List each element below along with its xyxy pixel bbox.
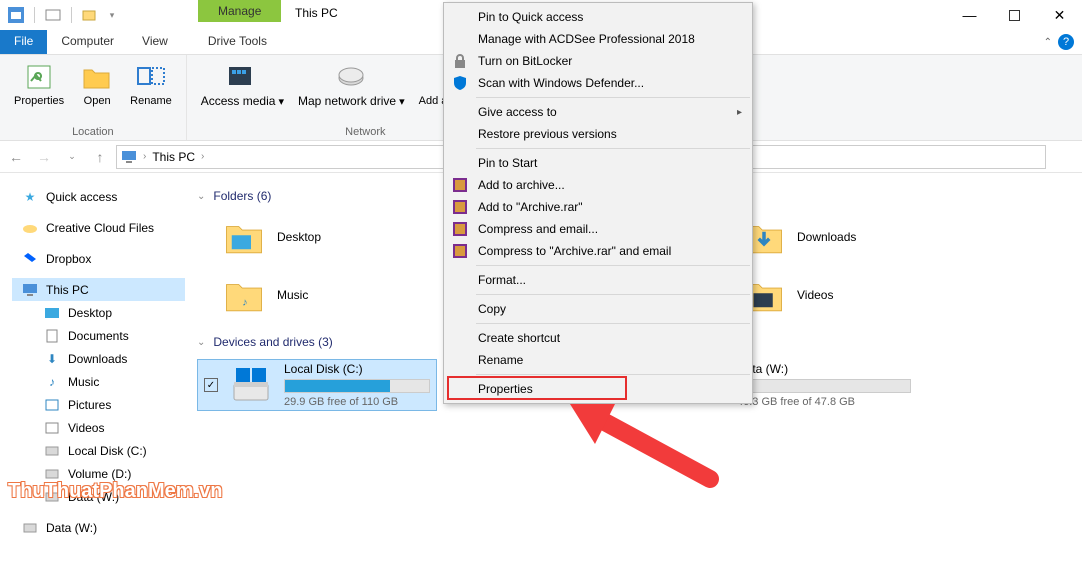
app-icon	[8, 7, 24, 23]
submenu-arrow-icon: ▸	[737, 107, 742, 118]
drive-usage-bar	[737, 379, 911, 393]
videos-icon	[44, 420, 60, 436]
cm-acdsee[interactable]: Manage with ACDSee Professional 2018	[444, 28, 752, 50]
chevron-down-icon: ⌄	[197, 337, 205, 348]
help-icon[interactable]: ?	[1058, 34, 1074, 50]
downloads-icon: ⬇	[44, 351, 60, 367]
folder-music[interactable]: ♪ Music	[223, 271, 423, 319]
rename-icon	[135, 61, 167, 93]
winrar-icon	[452, 221, 468, 237]
shield-icon	[452, 75, 468, 91]
sidebar-this-pc[interactable]: This PC	[12, 278, 185, 301]
ribbon-collapse-icon[interactable]: ⌃	[1044, 37, 1052, 48]
sidebar-quick-access[interactable]: ★ Quick access	[12, 185, 185, 208]
cm-pin-quick-access[interactable]: Pin to Quick access	[444, 6, 752, 28]
folder-icon: ♪	[223, 274, 265, 316]
sidebar-pictures[interactable]: Pictures	[12, 393, 185, 416]
drive-tools-tab[interactable]: Drive Tools	[194, 30, 281, 54]
breadcrumb-sep-icon[interactable]: ›	[143, 151, 146, 162]
folder-videos[interactable]: Videos	[743, 271, 943, 319]
properties-button[interactable]: Properties	[8, 59, 70, 126]
drive-local-disk-c[interactable]: ✓ Local Disk (C:) 29.9 GB free of 110 GB	[197, 359, 437, 411]
folder-downloads[interactable]: Downloads	[743, 213, 943, 261]
cm-rename[interactable]: Rename	[444, 349, 752, 371]
ribbon-group-network: Network	[345, 126, 385, 138]
documents-icon	[44, 328, 60, 344]
drive-icon	[230, 364, 272, 406]
back-button[interactable]: ←	[4, 145, 28, 169]
up-button[interactable]: ↑	[88, 145, 112, 169]
drive-icon	[22, 520, 38, 536]
cm-copy[interactable]: Copy	[444, 298, 752, 320]
computer-tab[interactable]: Computer	[47, 30, 128, 54]
sidebar-documents[interactable]: Documents	[12, 324, 185, 347]
drive-usage-bar	[284, 379, 430, 393]
sidebar-music[interactable]: ♪Music	[12, 370, 185, 393]
watermark: ThuThuatPhanMem.vn	[8, 480, 222, 503]
drive-icon	[44, 443, 60, 459]
cm-format[interactable]: Format...	[444, 269, 752, 291]
maximize-button[interactable]	[992, 0, 1037, 30]
cm-compress-email[interactable]: Compress and email...	[444, 218, 752, 240]
view-tab[interactable]: View	[128, 30, 182, 54]
qat-new-folder-icon[interactable]	[82, 7, 98, 23]
folder-desktop[interactable]: Desktop	[223, 213, 423, 261]
minimize-button[interactable]: —	[947, 0, 992, 30]
cm-properties[interactable]: Properties	[444, 378, 752, 400]
cm-create-shortcut[interactable]: Create shortcut	[444, 327, 752, 349]
forward-button[interactable]: →	[32, 145, 56, 169]
cm-compress-rar-email[interactable]: Compress to "Archive.rar" and email	[444, 240, 752, 262]
star-icon: ★	[22, 189, 38, 205]
sidebar-downloads[interactable]: ⬇Downloads	[12, 347, 185, 370]
sidebar-desktop[interactable]: Desktop	[12, 301, 185, 324]
properties-icon	[23, 61, 55, 93]
contextual-tab-manage[interactable]: Manage	[198, 0, 281, 30]
file-tab[interactable]: File	[0, 30, 47, 54]
sidebar-videos[interactable]: Videos	[12, 416, 185, 439]
cm-pin-start[interactable]: Pin to Start	[444, 152, 752, 174]
close-button[interactable]: ✕	[1037, 0, 1082, 30]
rename-button[interactable]: Rename	[124, 59, 178, 126]
access-media-button[interactable]: Access media ▾	[195, 59, 290, 126]
cm-add-archive[interactable]: Add to archive...	[444, 174, 752, 196]
sidebar-local-disk-c[interactable]: Local Disk (C:)	[12, 439, 185, 462]
ribbon-group-location: Location	[72, 126, 114, 138]
pictures-icon	[44, 397, 60, 413]
cm-defender[interactable]: Scan with Windows Defender...	[444, 72, 752, 94]
dropbox-icon	[22, 251, 38, 267]
cm-add-archive-rar[interactable]: Add to "Archive.rar"	[444, 196, 752, 218]
recent-dropdown[interactable]: ⌄	[60, 145, 84, 169]
cm-give-access[interactable]: Give access to▸	[444, 101, 752, 123]
desktop-icon	[44, 305, 60, 321]
open-button[interactable]: Open	[72, 59, 122, 126]
breadcrumb-this-pc[interactable]: This PC	[152, 150, 195, 164]
map-drive-icon	[335, 61, 367, 93]
winrar-icon	[452, 243, 468, 259]
svg-text:♪: ♪	[242, 297, 247, 309]
pc-icon	[22, 282, 38, 298]
qat-properties-icon[interactable]	[45, 7, 61, 23]
qat-dropdown-icon[interactable]: ▾	[104, 7, 120, 23]
media-icon	[226, 61, 258, 93]
cm-bitlocker[interactable]: Turn on BitLocker	[444, 50, 752, 72]
sidebar-data-w-net[interactable]: Data (W:)	[12, 516, 185, 539]
breadcrumb-sep-icon[interactable]: ›	[201, 151, 204, 162]
music-icon: ♪	[44, 374, 60, 390]
folder-icon	[223, 216, 265, 258]
window-title: This PC	[295, 6, 338, 20]
context-menu: Pin to Quick access Manage with ACDSee P…	[443, 2, 753, 404]
pc-icon	[121, 150, 137, 164]
map-drive-button[interactable]: Map network drive ▾	[292, 59, 411, 126]
chevron-down-icon: ⌄	[197, 191, 205, 202]
sidebar-creative-cloud[interactable]: Creative Cloud Files	[12, 216, 185, 239]
winrar-icon	[452, 177, 468, 193]
bitlocker-icon	[452, 53, 468, 69]
creative-cloud-icon	[22, 220, 38, 236]
drive-checkbox[interactable]: ✓	[204, 378, 218, 392]
navigation-pane: ★ Quick access Creative Cloud Files Drop…	[0, 173, 185, 577]
open-folder-icon	[81, 61, 113, 93]
sidebar-dropbox[interactable]: Dropbox	[12, 247, 185, 270]
cm-restore-versions[interactable]: Restore previous versions	[444, 123, 752, 145]
winrar-icon	[452, 199, 468, 215]
